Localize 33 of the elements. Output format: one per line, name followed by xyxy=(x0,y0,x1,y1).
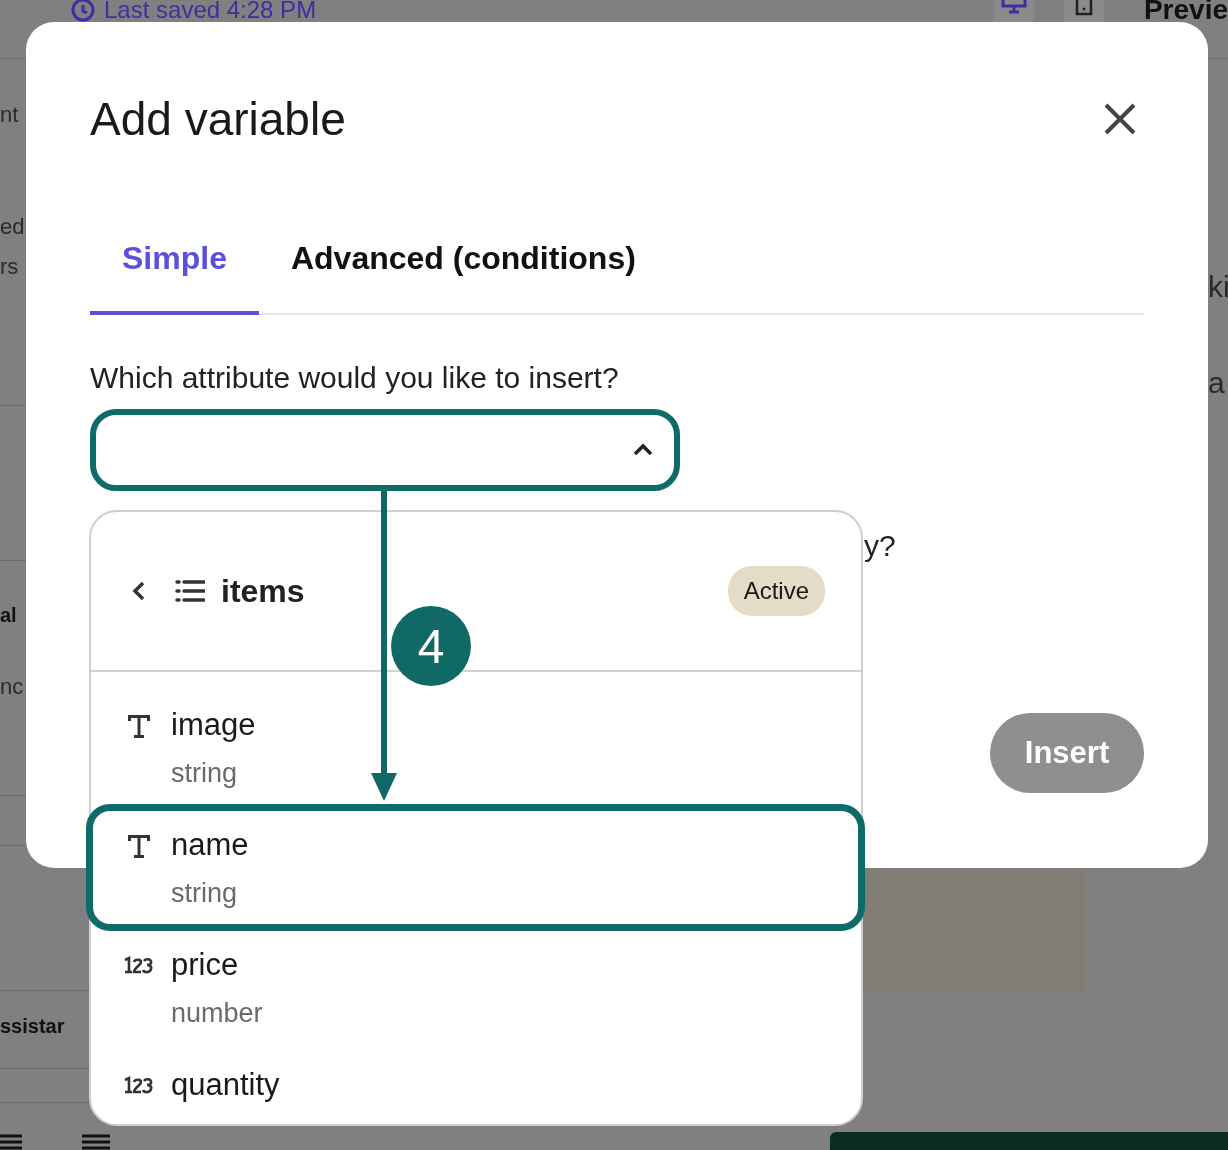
background-text: al xyxy=(0,604,17,627)
question-label: Which attribute would you like to insert? xyxy=(90,361,620,395)
option-name: image xyxy=(171,707,256,743)
list-icon xyxy=(175,579,205,603)
option-type: number xyxy=(171,997,263,1029)
background-text: a xyxy=(1208,366,1225,400)
attribute-option[interactable]: quantity xyxy=(91,1032,861,1124)
background-text: nc xyxy=(0,674,24,700)
attribute-option[interactable]: price number xyxy=(91,912,861,1032)
option-name: quantity xyxy=(171,1067,280,1103)
attribute-select[interactable] xyxy=(90,409,680,491)
background-text: nt xyxy=(0,102,19,128)
chevron-icon xyxy=(632,443,654,457)
last-saved-text: Last saved 4:28 PM xyxy=(104,0,317,24)
tab[interactable]: Simple xyxy=(90,222,259,315)
background-text: ssistar xyxy=(0,1015,65,1038)
close-icon[interactable] xyxy=(1102,101,1138,137)
question-label: y? xyxy=(864,529,896,563)
dropdown-title: items xyxy=(221,572,305,610)
option-name: name xyxy=(171,827,249,863)
attribute-option[interactable]: name string xyxy=(91,792,861,912)
dialog-title: Add variable xyxy=(90,92,346,146)
menu-icon xyxy=(82,1134,110,1150)
status-badge: Active xyxy=(727,566,825,616)
history-icon xyxy=(70,0,96,23)
background-text: ed xyxy=(0,214,25,240)
tab[interactable]: Advanced (conditions) xyxy=(258,222,668,315)
background-text: ki xyxy=(1208,270,1228,304)
menu-icon xyxy=(0,1134,22,1150)
option-name: price xyxy=(171,947,239,983)
option-type: string xyxy=(171,757,238,789)
option-type: string xyxy=(171,877,238,909)
background-text: rs xyxy=(0,254,19,280)
